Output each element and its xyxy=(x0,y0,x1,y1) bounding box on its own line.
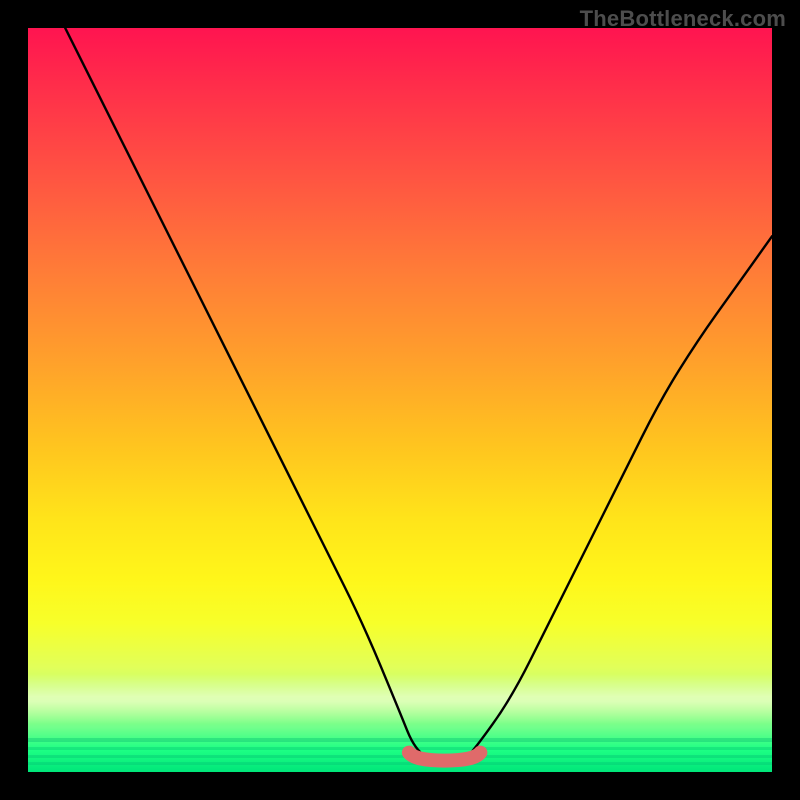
valley-highlight-path xyxy=(409,753,481,761)
bottleneck-curve-path xyxy=(65,28,772,765)
curve-svg xyxy=(28,28,772,772)
watermark-text: TheBottleneck.com xyxy=(580,6,786,32)
chart-frame: TheBottleneck.com xyxy=(0,0,800,800)
plot-area xyxy=(28,28,772,772)
